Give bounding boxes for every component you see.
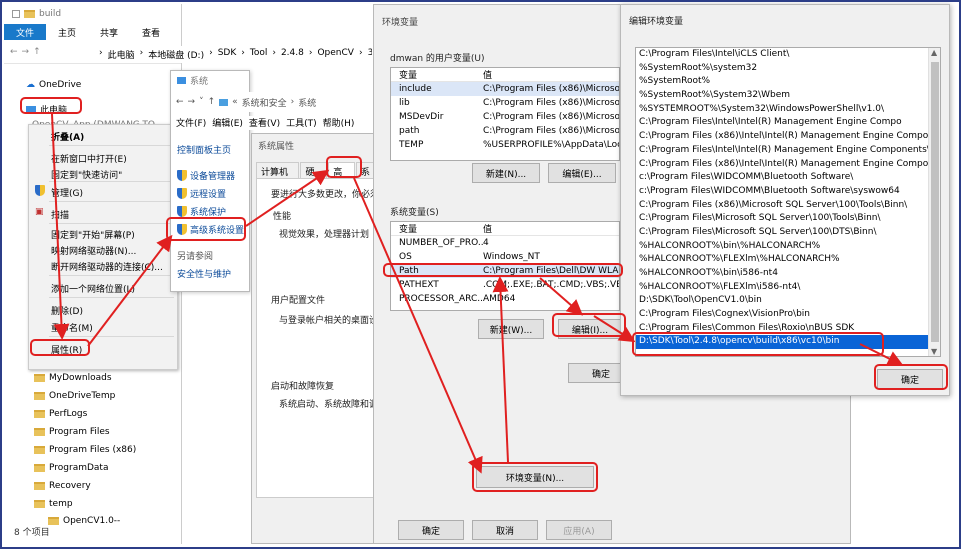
annotation-arrows <box>51 113 904 474</box>
